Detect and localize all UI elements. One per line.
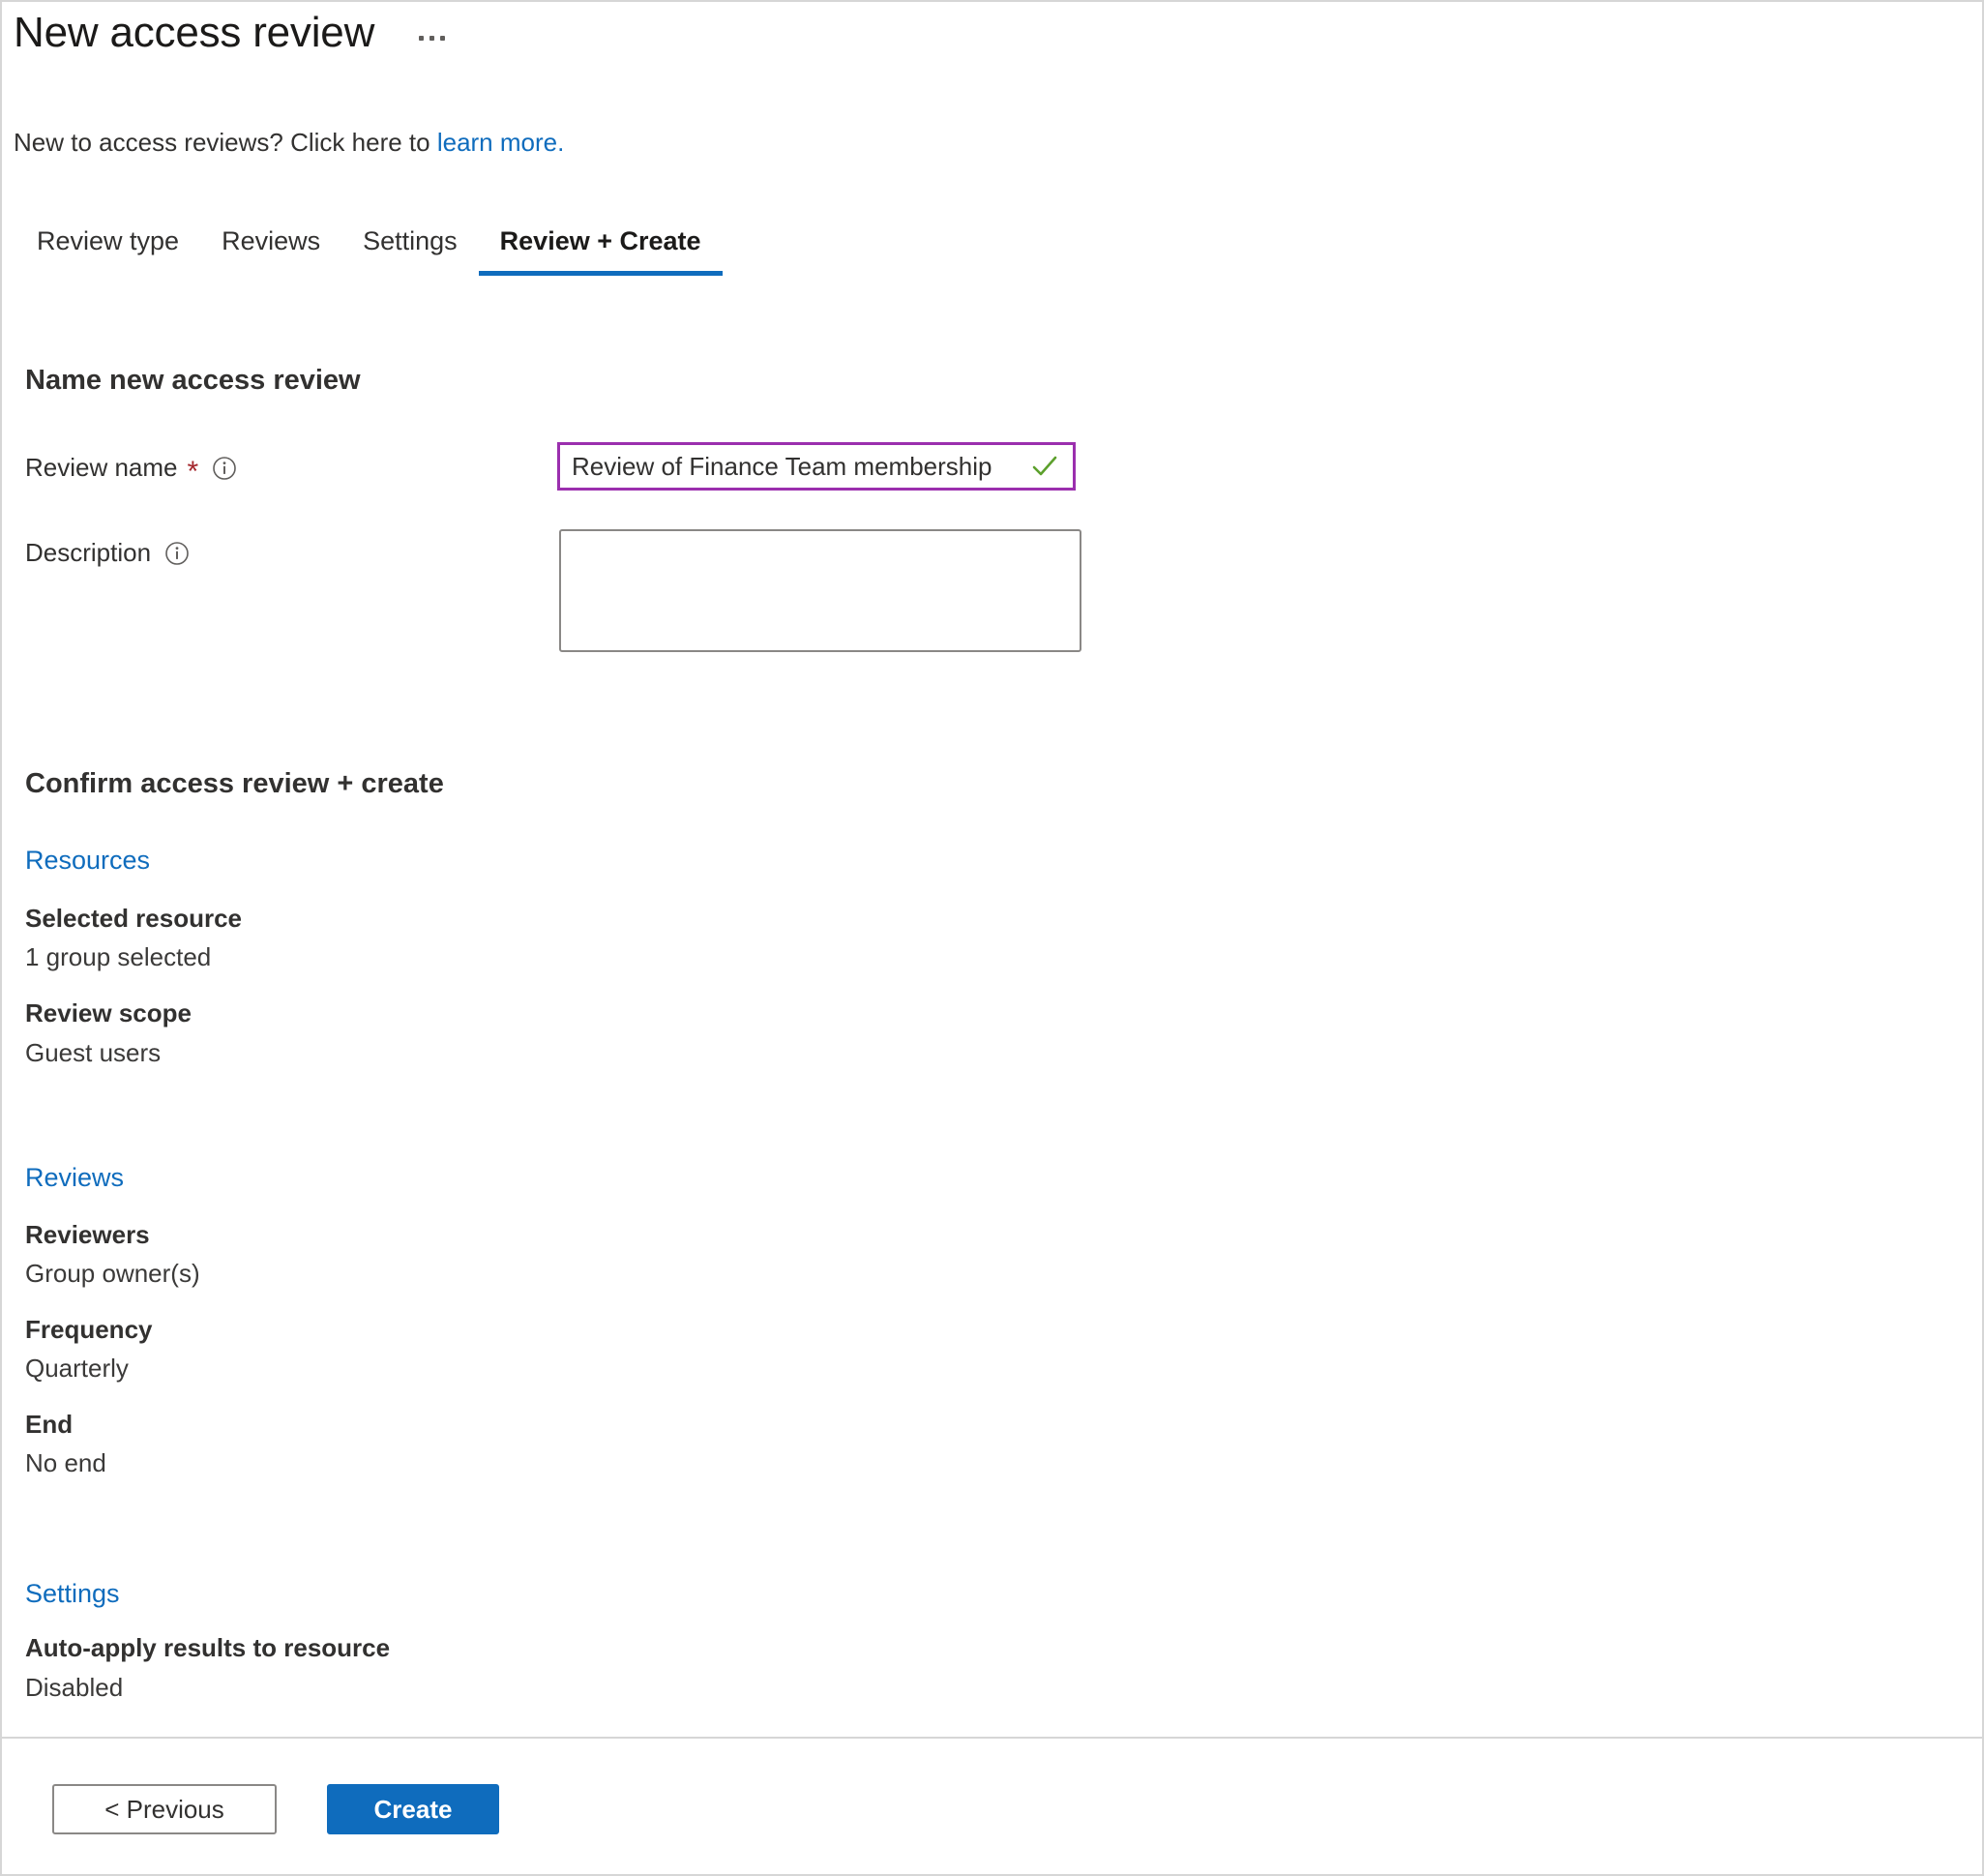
review-name-label-text: Review name [25,453,178,482]
summary-key-selected-resource: Selected resource [25,904,243,933]
confirm-section-heading: Confirm access review + create [25,768,444,799]
summary-key-auto-apply: Auto-apply results to resource [25,1633,391,1662]
review-name-input-wrapper[interactable] [557,442,1076,491]
summary-key-reviewers: Reviewers [25,1220,150,1249]
required-asterisk: * [187,455,199,488]
create-button[interactable]: Create [327,1784,499,1834]
ellipsis-dot [419,35,425,41]
learn-more-link[interactable]: learn more. [437,128,565,157]
description-textarea[interactable] [559,529,1081,652]
blade-header: New access review [14,9,451,56]
info-icon[interactable] [212,456,237,481]
review-name-label: Review name * [25,453,237,486]
tab-settings[interactable]: Settings [341,226,479,276]
reviews-group-link[interactable]: Reviews [25,1163,124,1193]
tab-review-type[interactable]: Review type [15,226,200,276]
summary-key-frequency: Frequency [25,1315,153,1344]
new-access-review-blade: New access review New to access reviews?… [0,0,1984,1876]
summary-value-reviewers: Group owner(s) [25,1259,200,1288]
learn-more-text: New to access reviews? Click here to [14,128,437,157]
tab-reviews[interactable]: Reviews [200,226,341,276]
description-label: Description [25,538,190,568]
page-title: New access review [14,9,375,56]
summary-value-review-scope: Guest users [25,1038,162,1067]
previous-button[interactable]: < Previous [52,1784,277,1834]
more-options-icon[interactable] [413,26,451,50]
footer-divider [2,1737,1982,1739]
summary-value-end: No end [25,1448,106,1477]
description-label-text: Description [25,538,152,567]
learn-more-banner: New to access reviews? Click here to lea… [14,128,564,158]
summary-value-selected-resource: 1 group selected [25,942,212,971]
summary-key-review-scope: Review scope [25,998,192,1027]
summary-value-frequency: Quarterly [25,1354,129,1383]
ellipsis-dot [429,35,435,41]
review-name-input[interactable] [560,451,1028,482]
summary-key-end: End [25,1410,74,1439]
name-section-heading: Name new access review [25,365,361,396]
resources-group-link[interactable]: Resources [25,846,150,876]
tab-review-create[interactable]: Review + Create [478,226,723,276]
info-icon[interactable] [164,541,190,566]
wizard-tabs: Review type Reviews Settings Review + Cr… [15,226,723,276]
footer-actions: < Previous Create [52,1784,499,1834]
summary-value-auto-apply: Disabled [25,1673,124,1702]
settings-group-link[interactable]: Settings [25,1579,120,1609]
ellipsis-dot [440,35,446,41]
valid-check-icon [1028,450,1061,483]
